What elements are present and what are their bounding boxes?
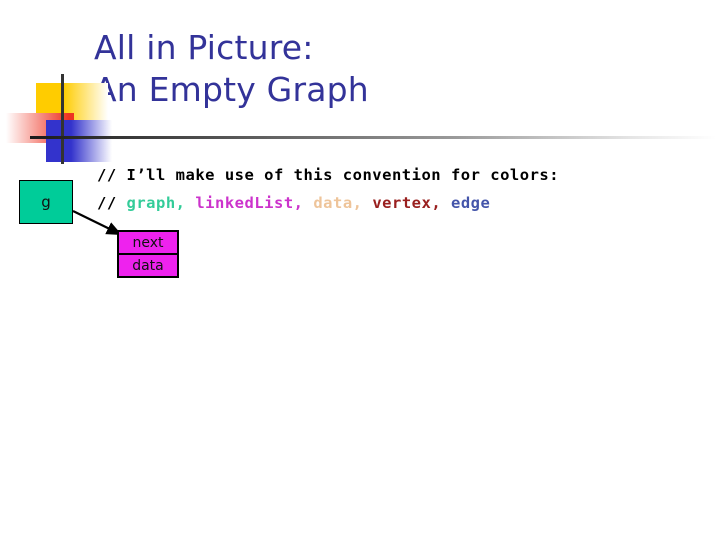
- code-comment-marker: //: [97, 194, 127, 212]
- code-comment-line-1: // I’ll make use of this convention for …: [97, 166, 560, 184]
- linked-list-node-box[interactable]: next data: [117, 230, 179, 278]
- code-token-separator: ,: [352, 194, 373, 212]
- list-cell-data-label: data: [132, 257, 164, 274]
- code-token-vertex: vertex: [372, 194, 432, 212]
- code-token-separator: ,: [431, 194, 452, 212]
- code-token-separator: ,: [175, 194, 196, 212]
- list-cell-next-label: next: [132, 234, 164, 251]
- list-cell-data: data: [119, 255, 177, 276]
- decoration-horizontal-rule: [30, 136, 716, 139]
- code-token-graph: graph: [126, 194, 176, 212]
- graph-node-label: g: [41, 193, 51, 211]
- graph-node-box[interactable]: g: [19, 180, 73, 224]
- code-token-linkedlist: linkedList: [195, 194, 294, 212]
- code-token-edge: edge: [451, 194, 491, 212]
- list-cell-next: next: [119, 232, 177, 255]
- code-token-data: data: [313, 194, 353, 212]
- code-comment-line-2: // graph, linkedList, data, vertex, edge: [97, 194, 490, 212]
- title-decoration: [0, 60, 720, 164]
- decoration-blue-square: [46, 120, 112, 162]
- code-token-separator: ,: [293, 194, 314, 212]
- decoration-vertical-rule: [61, 74, 64, 164]
- pointer-arrow: [72, 210, 122, 235]
